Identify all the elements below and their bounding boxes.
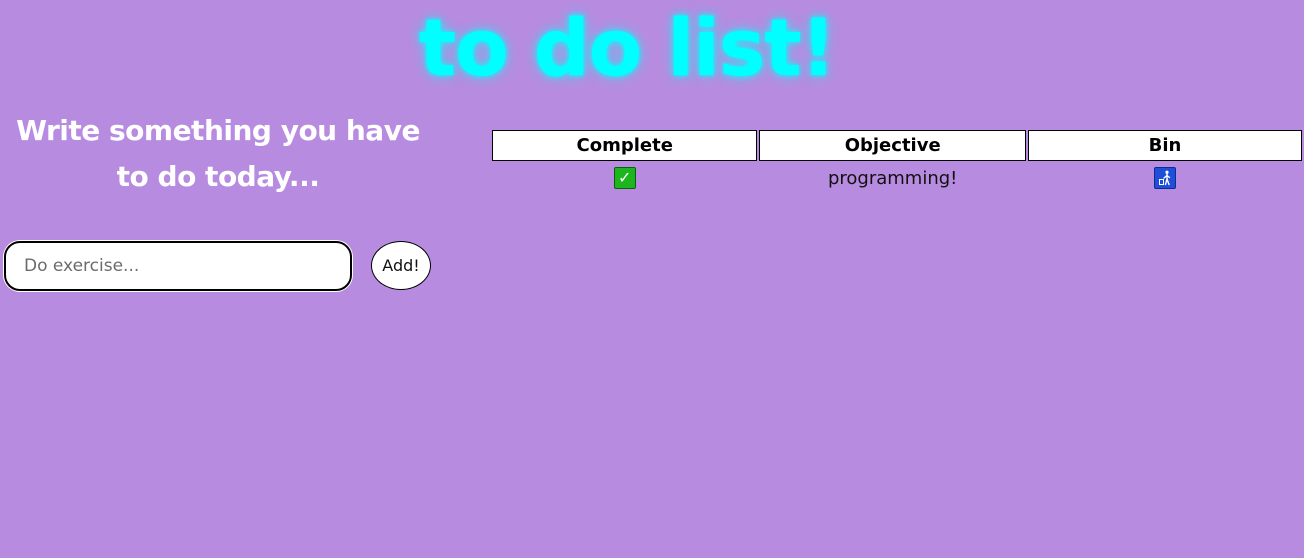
bin-cell: [1028, 163, 1302, 193]
add-button[interactable]: Add!: [371, 241, 431, 290]
todo-table: Complete Objective Bin ✓ programming!: [490, 128, 1304, 195]
objective-cell: programming!: [827, 167, 958, 189]
task-input[interactable]: [4, 241, 352, 291]
table-row: ✓ programming!: [492, 163, 1302, 193]
check-mark-icon[interactable]: ✓: [613, 167, 636, 189]
entry-prompt: Write something you have to do today...: [16, 114, 420, 193]
column-header-complete: Complete: [492, 130, 758, 161]
column-header-bin: Bin: [1027, 130, 1302, 161]
page-title: to do list!: [418, 4, 836, 94]
complete-cell: ✓: [492, 163, 757, 193]
column-header-objective: Objective: [759, 130, 1026, 161]
table-header-row: Complete Objective Bin: [492, 130, 1302, 161]
trash-bin-icon[interactable]: [1153, 167, 1176, 189]
